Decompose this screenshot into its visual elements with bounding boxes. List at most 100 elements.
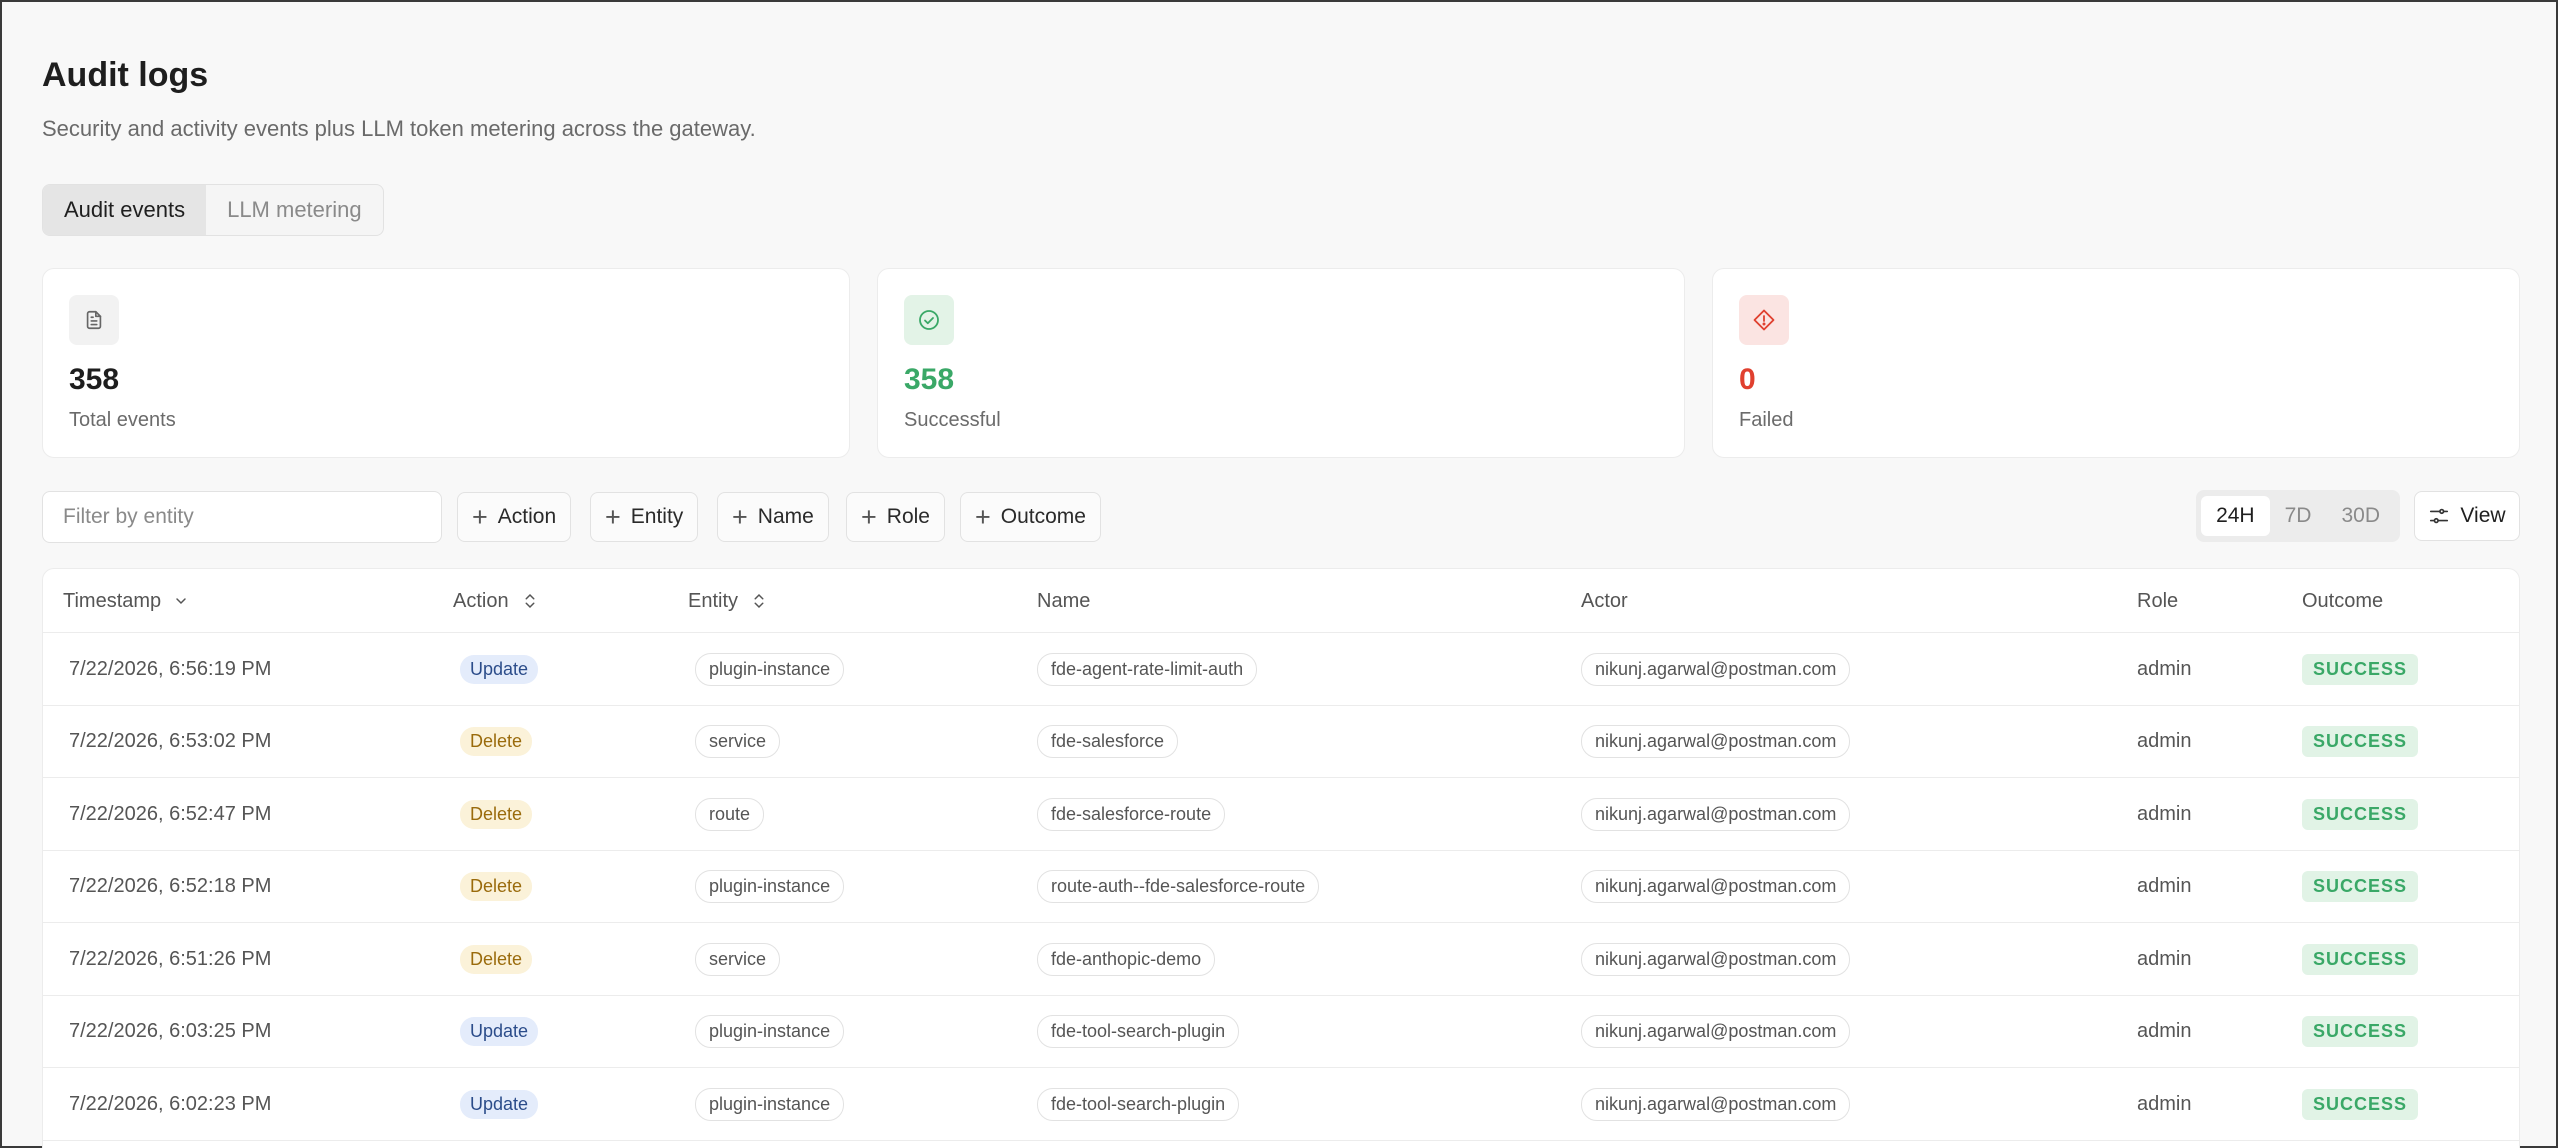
timestamp-cell: 7/22/2026, 6:51:26 PM [69,947,272,970]
entity-pill: route [695,797,765,831]
table-row[interactable]: 7/22/2026, 6:53:02 PM Delete service fde… [43,706,2519,778]
outcome-badge: SUCCESS [2302,943,2419,975]
role-cell: admin [2137,947,2192,970]
timestamp-cell: 7/22/2026, 6:52:18 PM [69,875,272,897]
table-row[interactable]: 7/22/2026, 6:56:19 PM Update plugin-inst… [43,633,2519,706]
table-row[interactable]: 7/22/2026, 6:51:26 PM Delete service fde… [43,923,2519,996]
column-label: Entity [688,589,739,612]
name-pill: fde-tool-search-plugin [1037,1087,1240,1121]
table-row[interactable]: 7/22/2026, 6:52:18 PM Delete plugin-inst… [43,851,2519,923]
actor-pill: nikunj.agarwal@postman.com [1581,725,1851,758]
timestamp-cell: 7/22/2026, 6:56:19 PM [69,657,272,680]
total-events-card: 358 Total events [42,268,850,458]
failed-card: 0 Failed [1712,268,2520,458]
filter-chip-outcome[interactable]: + Outcome [960,492,1101,542]
name-pill: fde-agent-rate-limit-auth [1037,652,1258,686]
action-badge: Update [460,1017,539,1046]
total-events-value: 358 [69,363,120,396]
tab-bar: Audit events LLM metering [42,184,384,236]
alert-diamond-icon [1739,295,1789,345]
entity-pill: service [695,942,781,976]
entity-pill: plugin-instance [695,652,845,686]
action-badge: Update [460,654,539,684]
name-pill: fde-salesforce [1037,725,1179,758]
time-range-selector: 24H 7D 30D [2196,490,2400,542]
table-row[interactable]: 7/22/2026, 6:03:25 PM Update plugin-inst… [43,996,2519,1068]
table-row[interactable]: 7/22/2026, 6:52:47 PM Delete route fde-s… [43,778,2519,851]
filter-chip-role[interactable]: + Role [846,492,945,542]
range-24h[interactable]: 24H [2201,496,2270,536]
entity-filter-input[interactable] [42,491,442,543]
column-header-outcome: Outcome [2302,589,2384,612]
outcome-badge: SUCCESS [2302,653,2419,685]
role-cell: admin [2137,730,2192,752]
sliders-icon [2430,508,2449,524]
outcome-badge: SUCCESS [2302,1088,2419,1120]
name-pill: fde-tool-search-plugin [1037,1015,1240,1048]
page-subtitle: Security and activity events plus LLM to… [42,116,756,141]
name-pill: route-auth--fde-salesforce-route [1037,870,1320,903]
view-button[interactable]: View [2414,491,2520,541]
filter-chip-name[interactable]: + Name [717,492,829,542]
failed-value: 0 [1739,363,1756,396]
column-label: Action [453,589,509,612]
tab-llm-metering[interactable]: LLM metering [206,185,383,235]
outcome-badge: SUCCESS [2302,726,2419,757]
actor-pill: nikunj.agarwal@postman.com [1581,1015,1851,1048]
range-7d[interactable]: 7D [2270,496,2327,536]
actor-pill: nikunj.agarwal@postman.com [1581,942,1851,976]
timestamp-cell: 7/22/2026, 6:53:02 PM [69,730,272,752]
view-button-label: View [2460,504,2506,527]
filter-chip-label: Action [497,505,557,528]
entity-pill: service [695,725,781,758]
filter-chip-action[interactable]: + Action [457,492,572,542]
plus-icon: + [605,501,621,532]
filter-chip-label: Role [886,505,930,528]
audit-events-table: Timestamp Action Entity Name Actor Role … [42,568,2520,1148]
entity-pill: plugin-instance [695,1015,845,1048]
table-row[interactable]: 7/22/2026, 6:02:23 PM Update plugin-inst… [43,1068,2519,1141]
successful-value: 358 [904,363,955,396]
plus-icon: + [472,501,488,532]
role-cell: admin [2137,657,2192,680]
name-pill: fde-salesforce-route [1037,797,1226,831]
check-circle-icon [904,295,954,345]
column-header-entity[interactable]: Entity [688,569,768,633]
stats-cards: 358 Total events 358 Successful 0 Failed [42,268,2520,458]
sort-icon [525,593,535,609]
role-cell: admin [2137,1092,2192,1115]
actor-pill: nikunj.agarwal@postman.com [1581,797,1851,831]
filter-chip-label: Entity [630,505,684,528]
name-pill: fde-anthopic-demo [1037,942,1216,976]
timestamp-cell: 7/22/2026, 6:02:23 PM [69,1092,272,1115]
action-badge: Delete [460,944,533,974]
timestamp-cell: 7/22/2026, 6:03:25 PM [69,1020,272,1042]
timestamp-cell: 7/22/2026, 6:52:47 PM [69,802,272,825]
filter-toolbar: + Action + Entity + Name + Role + Outcom… [42,490,2520,544]
action-badge: Delete [460,799,533,829]
successful-label: Successful [904,409,1001,431]
range-30d[interactable]: 30D [2326,496,2395,536]
column-header-action[interactable]: Action [453,569,539,633]
table-body: 7/22/2026, 6:56:19 PM Update plugin-inst… [43,633,2519,1141]
outcome-badge: SUCCESS [2302,1016,2419,1047]
table-header: Timestamp Action Entity Name Actor Role … [43,569,2519,633]
role-cell: admin [2137,1020,2192,1042]
column-header-timestamp[interactable]: Timestamp [63,569,189,633]
filter-chip-entity[interactable]: + Entity [590,492,699,542]
failed-label: Failed [1739,409,1794,431]
page-title: Audit logs [42,56,209,94]
document-icon [69,295,119,345]
outcome-badge: SUCCESS [2302,798,2419,830]
role-cell: admin [2137,875,2192,897]
role-cell: admin [2137,802,2192,825]
plus-icon: + [732,501,748,532]
tab-audit-events[interactable]: Audit events [43,185,207,235]
plus-icon: + [975,501,991,532]
actor-pill: nikunj.agarwal@postman.com [1581,1087,1851,1121]
plus-icon: + [861,501,877,532]
actor-pill: nikunj.agarwal@postman.com [1581,870,1851,903]
action-badge: Delete [460,872,533,901]
outcome-badge: SUCCESS [2302,871,2419,902]
entity-pill: plugin-instance [695,870,845,903]
